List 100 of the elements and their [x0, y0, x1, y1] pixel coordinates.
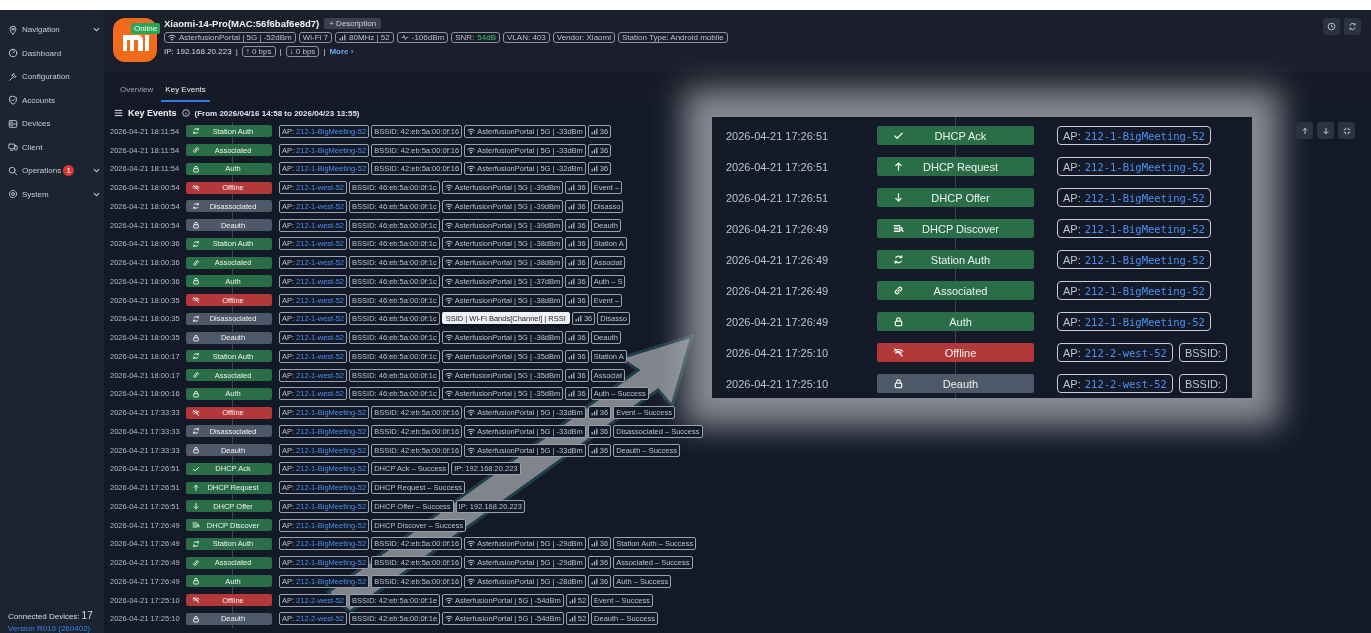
signal-bars-icon	[590, 427, 598, 435]
gauge-icon	[8, 48, 18, 59]
wifi-icon	[444, 240, 453, 248]
refresh-button[interactable]	[1344, 18, 1361, 35]
list-search-icon	[192, 521, 200, 530]
check-icon	[192, 464, 200, 473]
event-time: 2026-04-21 17:26:51	[725, 160, 830, 173]
sidebar-item[interactable]: Configuration	[8, 65, 100, 89]
ap-tag[interactable]: AP: 212-1-BigMeeting-52	[1057, 157, 1211, 176]
signal-bars-icon	[568, 240, 576, 248]
link-icon	[192, 558, 200, 567]
clock-icon	[1327, 22, 1336, 31]
info-tag: BSSID:	[1178, 343, 1227, 362]
wifi-icon	[444, 277, 453, 285]
event-badge[interactable]: Offline	[877, 343, 1034, 362]
version-link[interactable]: Version R010 (260402)	[8, 624, 104, 633]
collapse-icon	[1342, 126, 1351, 135]
lock-icon	[192, 577, 200, 586]
sidebar-label: Dashboard	[22, 48, 62, 58]
ip-address: IP: 192.168.20.223	[164, 47, 232, 56]
event-time: 2026-04-21 17:26:49	[725, 222, 830, 235]
event-badge[interactable]: Associated	[877, 281, 1034, 300]
info-tag: VLAN: 403	[503, 32, 550, 43]
signal-bars-icon	[590, 146, 598, 154]
sidebar-item[interactable]: Operations 1	[8, 159, 100, 183]
ap-tag[interactable]: AP: 212-1-BigMeeting-52	[1057, 281, 1211, 300]
refresh-icon	[1348, 22, 1357, 31]
status-badge: Online	[131, 23, 161, 34]
lock-icon	[192, 614, 200, 623]
sidebar-label: Devices	[22, 119, 51, 129]
event-badge[interactable]: DHCP Discover	[877, 219, 1034, 238]
sidebar-item[interactable]: Client	[8, 135, 100, 159]
up-arrow-icon	[192, 483, 200, 492]
sidebar-item[interactable]: Dashboard	[8, 41, 100, 65]
event-badge[interactable]: DHCP Ack	[877, 126, 1034, 145]
signal-bars-icon	[339, 34, 346, 41]
fullscreen-button[interactable]	[1338, 122, 1355, 139]
signal-bars-icon	[568, 371, 576, 379]
ap-tag[interactable]: AP: 212-2-west-52	[1057, 374, 1173, 393]
sidebar-item[interactable]: System	[8, 182, 100, 206]
wifi-icon	[467, 446, 476, 454]
event-badge[interactable]: DHCP Request	[877, 157, 1034, 176]
wifi-icon	[444, 202, 453, 210]
lock-icon	[192, 446, 200, 455]
snr-tag: SNR: 54dB	[451, 32, 501, 43]
cycle-icon	[893, 254, 904, 265]
client-name: Xiaomi-14-Pro(MAC:56f6baf6e8d7)	[164, 18, 320, 29]
history-button[interactable]	[1323, 18, 1340, 35]
cycle-icon	[192, 314, 200, 323]
signal-bars-icon	[568, 390, 576, 398]
check-icon	[893, 130, 904, 141]
sidebar-item[interactable]: Navigation	[8, 18, 100, 42]
brand-logo-icon	[113, 18, 157, 62]
info-icon	[181, 109, 190, 117]
signal-bars-icon	[590, 127, 598, 135]
event-time: 2026-04-21 17:26:51	[725, 129, 830, 142]
sidebar-label: Operations	[22, 166, 62, 176]
event-badge[interactable]: DHCP Offer	[877, 188, 1034, 207]
ap-tag[interactable]: AP: 212-1-BigMeeting-52	[1057, 188, 1211, 207]
tab[interactable]: Overview	[116, 80, 158, 102]
scroll-up-button[interactable]	[1296, 122, 1313, 139]
wifi-icon	[467, 540, 476, 548]
ap-tag[interactable]: AP: 212-1-BigMeeting-52	[1057, 312, 1211, 331]
signal-bars-icon	[568, 596, 576, 604]
list-search-icon	[893, 223, 904, 234]
ap-tag[interactable]: AP: 212-1-BigMeeting-52	[1057, 250, 1211, 269]
ap-tag[interactable]: AP: 212-2-west-52	[1057, 343, 1173, 362]
event-time: 2026-04-21 17:26:49	[725, 315, 830, 328]
wifi-icon	[444, 184, 453, 192]
ap-tag[interactable]: AP: 212-1-BigMeeting-52	[1057, 219, 1211, 238]
separator: |	[235, 47, 238, 56]
event-badge[interactable]: Auth	[877, 312, 1034, 331]
ap-tag[interactable]: AP: 212-1-BigMeeting-52	[1057, 126, 1211, 145]
signal-bars-icon	[590, 577, 598, 585]
description-button[interactable]: + Description	[324, 18, 382, 29]
scroll-down-button[interactable]	[1317, 122, 1334, 139]
down-arrow-icon	[893, 192, 904, 203]
wifi-off-icon	[893, 347, 904, 358]
wifi-icon	[467, 559, 476, 567]
sidebar-item[interactable]: Devices	[8, 112, 100, 136]
event-badge[interactable]: Station Auth	[877, 250, 1034, 269]
wifi-icon	[444, 296, 453, 304]
cycle-icon	[192, 352, 200, 361]
wifi-off-icon	[192, 296, 200, 305]
signal-bars-icon	[568, 221, 576, 229]
waveform-icon	[400, 34, 409, 41]
more-link[interactable]: More ›	[329, 47, 354, 56]
event-badge[interactable]: Deauth	[877, 374, 1034, 393]
signal-bars-icon	[590, 446, 598, 454]
signal-bars-icon	[590, 165, 598, 173]
cycle-icon	[192, 127, 200, 136]
sidebar-item[interactable]: Accounts	[8, 88, 100, 112]
wifi-off-icon	[192, 408, 200, 417]
signal-bars-icon	[590, 409, 598, 417]
wifi-icon	[444, 334, 453, 342]
settings-icon	[8, 189, 18, 200]
info-tag: Station Type: Android mobile	[618, 32, 728, 43]
wifi-icon	[467, 577, 476, 585]
wifi-icon	[445, 615, 454, 623]
tab[interactable]: Key Events	[161, 80, 210, 102]
